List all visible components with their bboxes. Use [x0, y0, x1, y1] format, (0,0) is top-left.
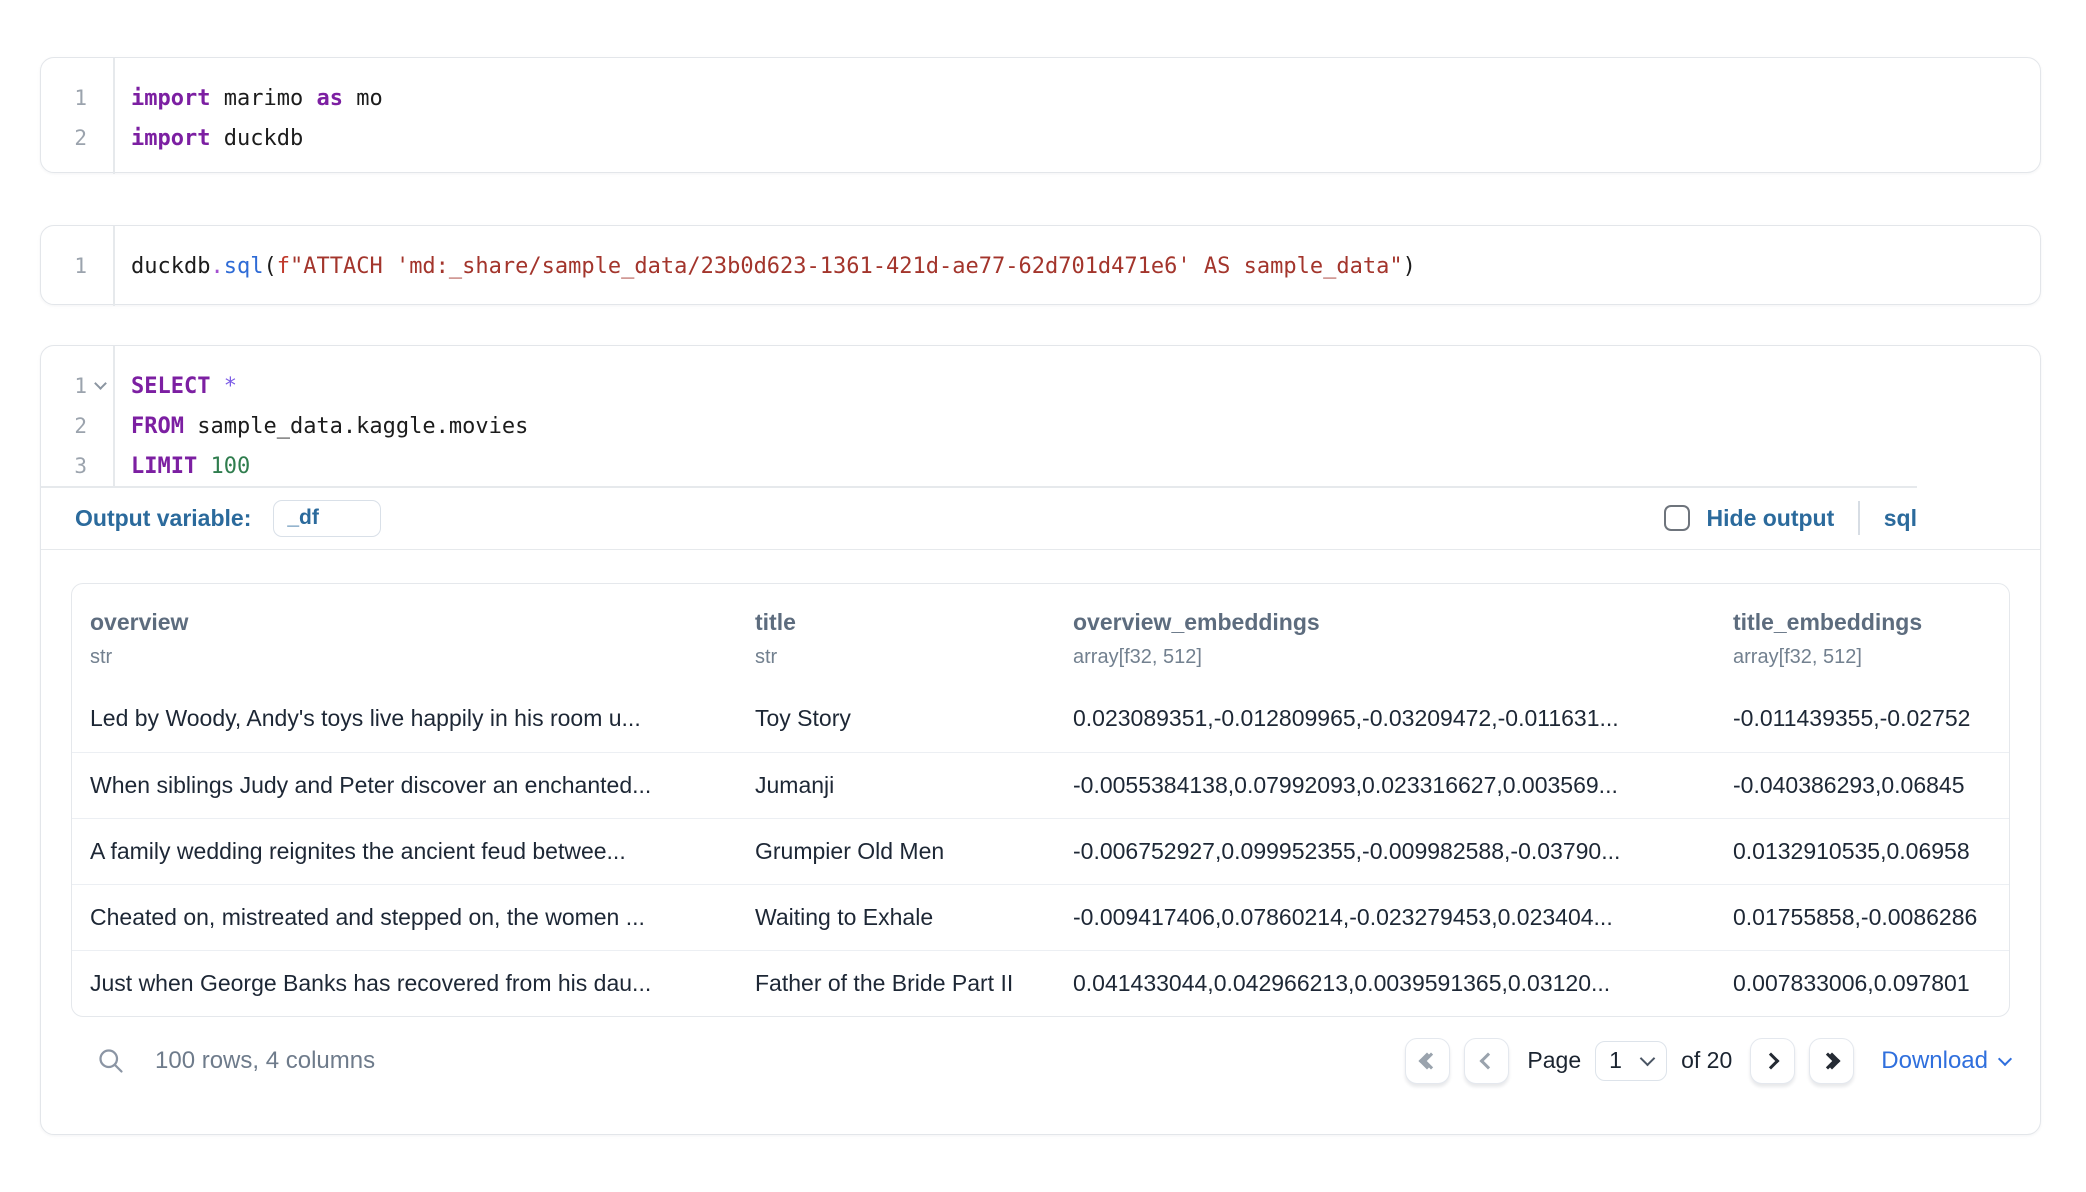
- table-cell: 0.023089351,-0.012809965,-0.03209472,-0.…: [1055, 705, 1715, 732]
- table-cell: -0.011439355,-0.02752: [1715, 705, 2009, 732]
- code-line[interactable]: 1 import marimo as mo: [41, 78, 2040, 118]
- column-type: str: [755, 646, 1055, 669]
- code-editor[interactable]: 1 import marimo as mo 2 import duckdb: [41, 58, 2040, 174]
- first-page-button[interactable]: [1405, 1038, 1450, 1084]
- column-name: overview: [90, 609, 737, 636]
- line-number: 1: [41, 374, 87, 398]
- column-name: title_embeddings: [1733, 609, 2009, 636]
- code-line[interactable]: 2 import duckdb: [41, 118, 2040, 158]
- table-cell: A family wedding reignites the ancient f…: [72, 838, 737, 865]
- code-editor[interactable]: 1 duckdb.sql(f"ATTACH 'md:_share/sample_d…: [41, 226, 2040, 306]
- column-name: overview_embeddings: [1073, 609, 1715, 636]
- chevron-left-icon: [1480, 1052, 1497, 1069]
- table-row: Led by Woody, Andy's toys live happily i…: [72, 686, 2009, 752]
- table-header-row: overview str title str overview_embeddingsar…: [72, 584, 2009, 686]
- chevron-right-icon: [1763, 1052, 1780, 1069]
- previous-page-button[interactable]: [1464, 1038, 1509, 1084]
- column-header-overview[interactable]: overview str: [72, 609, 737, 669]
- table-cell: Led by Woody, Andy's toys live happily i…: [72, 705, 737, 732]
- row-count-summary: 100 rows, 4 columns: [155, 1047, 375, 1075]
- line-number: 1: [41, 254, 87, 278]
- column-type: str: [90, 646, 737, 669]
- table-cell: 0.01755858,-0.0086286: [1715, 904, 2009, 931]
- page-label: Page: [1527, 1047, 1581, 1074]
- table-cell: -0.0055384138,0.07992093,0.023316627,0.0…: [1055, 772, 1715, 799]
- code-line[interactable]: 3 LIMIT 100: [41, 446, 2040, 486]
- code-line[interactable]: 1 SELECT *: [41, 366, 2040, 406]
- column-header-overview_embeddings[interactable]: overview_embeddings array[f32, 512]: [1055, 609, 1715, 669]
- page-number-select[interactable]: 1: [1595, 1041, 1667, 1081]
- line-number: 3: [41, 454, 87, 478]
- line-number: 1: [41, 86, 87, 110]
- table-row: When siblings Judy and Peter discover an…: [72, 752, 2009, 818]
- table-cell: 0.041433044,0.042966213,0.0039591365,0.0…: [1055, 970, 1715, 997]
- last-page-button[interactable]: [1809, 1038, 1854, 1084]
- hide-output-label[interactable]: Hide output: [1707, 505, 1835, 532]
- table-cell: Waiting to Exhale: [737, 904, 1055, 931]
- code-text: duckdb.sql(f"ATTACH 'md:_share/sample_da…: [131, 254, 1416, 279]
- notebook-cell-sql: 1 SELECT * 2 FROM sample_data.kaggle.movies…: [40, 345, 2041, 1135]
- double-chevron-right-icon: [1825, 1055, 1838, 1067]
- table-cell: -0.040386293,0.06845: [1715, 772, 2009, 799]
- table-body: Led by Woody, Andy's toys live happily i…: [72, 686, 2009, 1016]
- table-cell: When siblings Judy and Peter discover an…: [72, 772, 737, 799]
- notebook-cell-imports: 1 import marimo as mo 2 import duckdb: [40, 57, 2041, 173]
- double-chevron-left-icon: [1421, 1055, 1434, 1067]
- code-text: SELECT *: [131, 374, 237, 399]
- code-text: FROM sample_data.kaggle.movies: [131, 414, 528, 439]
- table-row: A family wedding reignites the ancient f…: [72, 818, 2009, 884]
- table-row: Just when George Banks has recovered fro…: [72, 950, 2009, 1016]
- chevron-down-icon: [1640, 1050, 1656, 1066]
- notebook-cell-attach: 1 duckdb.sql(f"ATTACH 'md:_share/sample_d…: [40, 225, 2041, 305]
- fold-chevron-icon[interactable]: [94, 377, 107, 390]
- table-cell: Jumanji: [737, 772, 1055, 799]
- language-toggle-sql[interactable]: sql: [1884, 505, 1917, 532]
- output-variable-label: Output variable:: [75, 505, 251, 532]
- sql-cell-toolbar: Output variable: Hide output sql: [41, 488, 2040, 550]
- column-header-title[interactable]: title str: [737, 609, 1055, 669]
- table-cell: -0.006752927,0.099952355,-0.009982588,-0…: [1055, 838, 1715, 865]
- pagination: Page 1 of 20 Download: [1405, 1038, 2010, 1084]
- table-cell: -0.009417406,0.07860214,-0.023279453,0.0…: [1055, 904, 1715, 931]
- cell-output: overview str title str overview_embeddingsar…: [41, 550, 2040, 1093]
- table-cell: 0.007833006,0.097801: [1715, 970, 2009, 997]
- dataframe-table: overview str title str overview_embeddingsar…: [71, 583, 2010, 1017]
- table-cell: Just when George Banks has recovered fro…: [72, 970, 737, 997]
- download-label: Download: [1881, 1047, 1988, 1075]
- line-number: 2: [41, 126, 87, 150]
- column-type: array[f32, 512]: [1733, 646, 2009, 669]
- table-cell: 0.0132910535,0.06958: [1715, 838, 2009, 865]
- table-cell: Grumpier Old Men: [737, 838, 1055, 865]
- search-icon[interactable]: [96, 1046, 126, 1076]
- sql-code-editor[interactable]: 1 SELECT * 2 FROM sample_data.kaggle.movies…: [41, 346, 2040, 486]
- table-row: Cheated on, mistreated and stepped on, t…: [72, 884, 2009, 950]
- gutter-fold-slot: [87, 384, 113, 388]
- code-text: import duckdb: [131, 126, 303, 151]
- table-footer: 100 rows, 4 columns Page 1 of 20: [71, 1029, 2010, 1093]
- code-line[interactable]: 1 duckdb.sql(f"ATTACH 'md:_share/sample_d…: [41, 246, 2040, 286]
- table-cell: Cheated on, mistreated and stepped on, t…: [72, 904, 737, 931]
- current-page-value: 1: [1609, 1047, 1622, 1074]
- page-count-label: of 20: [1681, 1047, 1732, 1074]
- table-cell: Father of the Bride Part II: [737, 970, 1055, 997]
- next-page-button[interactable]: [1750, 1038, 1795, 1084]
- output-variable-input[interactable]: [273, 500, 381, 537]
- line-number: 2: [41, 414, 87, 438]
- column-type: array[f32, 512]: [1073, 646, 1715, 669]
- download-button[interactable]: Download: [1881, 1047, 2010, 1075]
- column-header-title_embeddings[interactable]: title_embeddings array[f32, 512]: [1715, 609, 2009, 669]
- chevron-down-icon: [1998, 1051, 2012, 1065]
- table-cell: Toy Story: [737, 705, 1055, 732]
- hide-output-checkbox[interactable]: [1664, 505, 1690, 531]
- code-text: LIMIT 100: [131, 454, 250, 479]
- code-line[interactable]: 2 FROM sample_data.kaggle.movies: [41, 406, 2040, 446]
- column-name: title: [755, 609, 1055, 636]
- toolbar-divider: [1858, 501, 1860, 535]
- code-text: import marimo as mo: [131, 86, 383, 111]
